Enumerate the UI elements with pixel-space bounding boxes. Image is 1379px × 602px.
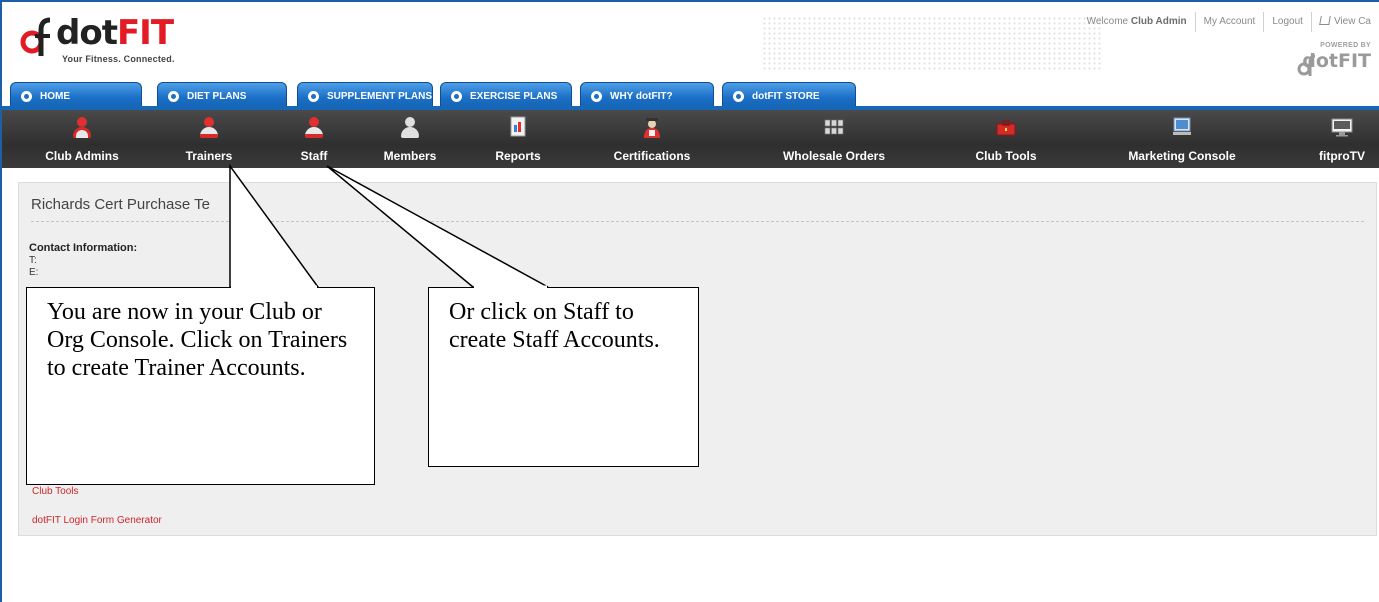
console-label: fitproTV xyxy=(1319,149,1365,163)
tab-label: EXERCISE PLANS xyxy=(470,91,558,102)
console-label: Wholesale Orders xyxy=(782,149,886,163)
tab-label: SUPPLEMENT PLANS xyxy=(327,91,433,102)
console-label: Club Admins xyxy=(45,149,119,163)
logo-fit-text: FIT xyxy=(116,13,174,53)
console-nav-bar: Club Admins Trainers Staff Members Repor… xyxy=(2,110,1379,168)
logo-tagline: Your Fitness. Connected. xyxy=(62,54,175,64)
contact-phone-label: T: xyxy=(29,255,37,266)
cart-icon xyxy=(1319,16,1331,25)
console-item-club-tools[interactable]: Club Tools xyxy=(968,110,1044,168)
divider xyxy=(31,221,1364,222)
tab-label: DIET PLANS xyxy=(187,91,247,102)
tab-home[interactable]: HOME xyxy=(10,82,142,110)
club-tools-link[interactable]: Club Tools xyxy=(32,486,79,497)
view-cart-link[interactable]: View Ca xyxy=(1310,12,1379,32)
powered-by-text: POWERED BY xyxy=(1320,42,1371,49)
certification-icon xyxy=(644,118,660,138)
radio-icon xyxy=(168,91,179,102)
radio-icon xyxy=(733,91,744,102)
tab-label: HOME xyxy=(40,91,70,102)
marketing-console-icon xyxy=(1173,117,1191,135)
console-item-club-admins[interactable]: Club Admins xyxy=(42,110,122,168)
tab-label: WHY dotFIT? xyxy=(610,91,673,102)
console-label: Trainers xyxy=(185,149,233,163)
console-label: Club Tools xyxy=(975,149,1037,163)
console-item-fitprotv[interactable]: fitproTV xyxy=(1312,110,1372,168)
wholesale-orders-icon xyxy=(824,119,844,135)
logo-dot-text: dot xyxy=(56,13,118,53)
console-item-wholesale-orders[interactable]: Wholesale Orders xyxy=(772,110,896,168)
page-title: Richards Cert Purchase Te xyxy=(31,196,210,213)
console-item-reports[interactable]: Reports xyxy=(488,110,548,168)
fitprotv-icon xyxy=(1331,118,1353,137)
radio-icon xyxy=(591,91,602,102)
welcome-text: Welcome Club Admin xyxy=(1079,12,1195,32)
welcome-user: Club Admin xyxy=(1130,16,1187,27)
radio-icon xyxy=(21,91,32,102)
console-label: Certifications xyxy=(613,149,691,163)
console-item-certifications[interactable]: Certifications xyxy=(602,110,702,168)
contact-heading: Contact Information: xyxy=(29,242,138,254)
tab-label: dotFIT STORE xyxy=(752,91,820,102)
user-bar: Welcome Club Admin My Account Logout Vie… xyxy=(1079,12,1379,32)
dotfit-logo[interactable]: dotFIT Your Fitness. Connected. xyxy=(20,14,200,70)
trainer-icon xyxy=(198,116,220,138)
contact-email-label: E: xyxy=(29,267,39,278)
staff-callout: Or click on Staff to create Staff Accoun… xyxy=(428,287,699,467)
radio-icon xyxy=(308,91,319,102)
console-label: Reports xyxy=(495,149,541,163)
console-item-marketing-console[interactable]: Marketing Console xyxy=(1120,110,1244,168)
console-label: Members xyxy=(383,149,437,163)
tab-dotfit-store[interactable]: dotFIT STORE xyxy=(722,82,856,110)
club-admin-icon xyxy=(71,116,93,138)
logo-wordmark: dotFIT xyxy=(56,13,174,53)
tab-diet-plans[interactable]: DIET PLANS xyxy=(157,82,287,110)
login-form-generator-link[interactable]: dotFIT Login Form Generator xyxy=(32,515,162,526)
powered-by-logo: POWERED BY dotFIT xyxy=(1297,42,1371,76)
site-header: dotFIT Your Fitness. Connected. Welcome … xyxy=(2,2,1379,80)
tab-supplement-plans[interactable]: SUPPLEMENT PLANS xyxy=(297,82,433,110)
view-cart-label: View Ca xyxy=(1333,16,1371,27)
console-item-staff[interactable]: Staff xyxy=(294,110,334,168)
my-account-link[interactable]: My Account xyxy=(1194,12,1264,32)
staff-icon xyxy=(303,116,325,138)
trainers-callout: You are now in your Club or Org Console.… xyxy=(26,287,375,485)
welcome-prefix: Welcome xyxy=(1086,16,1129,27)
powered-logo-text: dotFIT xyxy=(1302,50,1371,72)
decorative-dot-pattern xyxy=(762,16,1102,72)
logout-link[interactable]: Logout xyxy=(1263,12,1311,32)
tab-exercise-plans[interactable]: EXERCISE PLANS xyxy=(440,82,572,110)
member-icon xyxy=(399,116,421,138)
radio-icon xyxy=(451,91,462,102)
report-icon xyxy=(510,116,526,137)
main-tab-nav: HOME DIET PLANS SUPPLEMENT PLANS EXERCIS… xyxy=(2,82,1379,110)
console-label: Staff xyxy=(300,149,328,163)
console-label: Marketing Console xyxy=(1128,149,1236,163)
toolbox-icon xyxy=(996,120,1016,136)
tab-why-dotfit[interactable]: WHY dotFIT? xyxy=(580,82,714,110)
dotfit-logo-mark-icon xyxy=(20,17,50,56)
console-item-members[interactable]: Members xyxy=(375,110,445,168)
console-item-trainers[interactable]: Trainers xyxy=(179,110,239,168)
